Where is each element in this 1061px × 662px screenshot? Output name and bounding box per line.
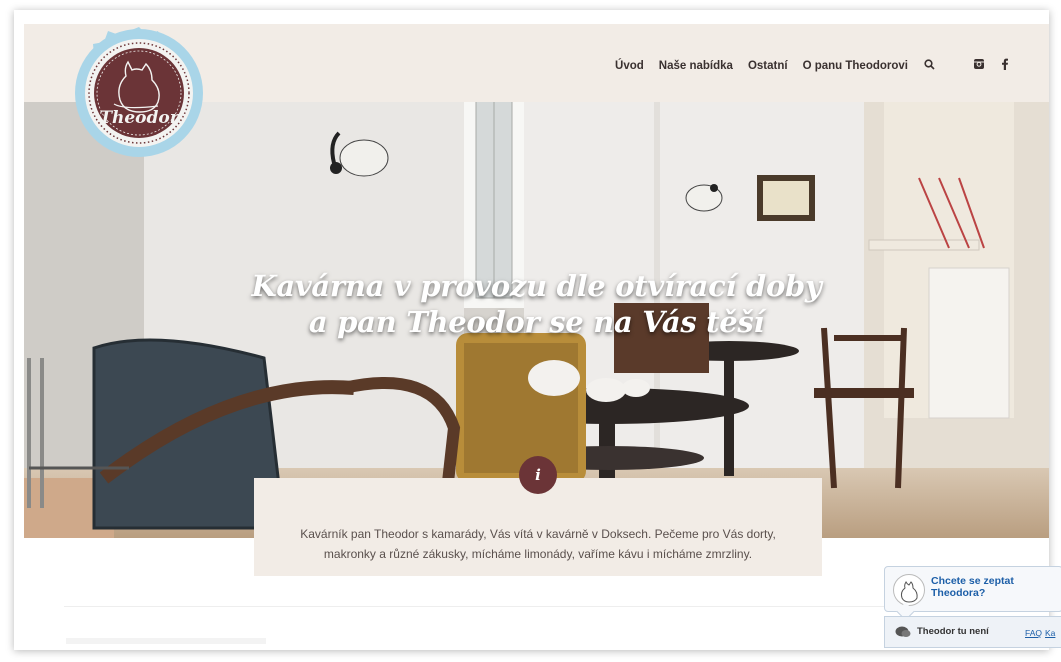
chat-status-label: Theodor tu není — [917, 626, 989, 637]
chat-prompt-text: Chcete se zeptat Theodora? — [931, 575, 1014, 599]
chat-faq-link[interactable]: FAQ — [1025, 628, 1042, 638]
logo-text: Theodor — [99, 108, 179, 128]
info-icon: i — [519, 456, 557, 494]
facebook-icon[interactable] — [1001, 58, 1009, 73]
nav-item-nase-nabidka[interactable]: Naše nabídka — [659, 60, 733, 72]
hero-headline: Kavárna v provozu dle otvírací doby a pa… — [24, 268, 1049, 340]
nav-item-o-panu-theodorovi[interactable]: O panu Theodorovi — [803, 60, 908, 72]
main-nav: Úvod Naše nabídka Ostatní O panu Theodor… — [600, 58, 1009, 73]
instagram-icon[interactable] — [973, 58, 985, 73]
content-divider — [64, 606, 884, 607]
hero-headline-line1: Kavárna v provozu dle otvírací doby — [251, 269, 822, 303]
search-icon[interactable] — [924, 58, 935, 73]
theodor-avatar — [893, 574, 925, 606]
theodor-logo[interactable]: Theodor — [70, 24, 208, 162]
nav-item-ostatni[interactable]: Ostatní — [748, 60, 788, 72]
faded-content-bar — [66, 638, 266, 644]
info-box: i Kavárník pan Theodor s kamarády, Vás v… — [254, 456, 822, 576]
chat-bubble-icon — [895, 626, 911, 642]
chat-ka-link[interactable]: Ka — [1045, 628, 1055, 638]
page-frame: Kavárna v provozu dle otvírací doby a pa… — [14, 10, 1049, 650]
hero-headline-line2: a pan Theodor se na Vás těší — [308, 305, 765, 339]
info-text: Kavárník pan Theodor s kamarády, Vás vít… — [300, 527, 776, 561]
chat-widget-bar[interactable]: Theodor tu není FAQ Ka — [884, 616, 1061, 648]
nav-item-uvod[interactable]: Úvod — [615, 60, 644, 72]
chat-widget-prompt[interactable]: Chcete se zeptat Theodora? — [884, 566, 1061, 621]
